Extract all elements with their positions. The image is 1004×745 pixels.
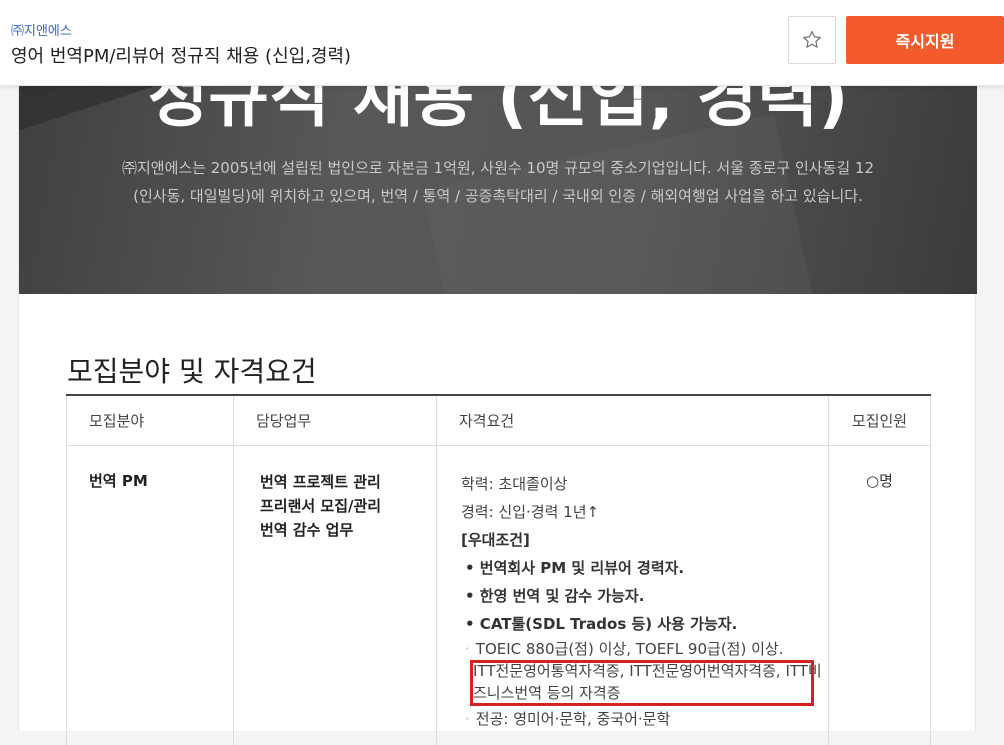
section-title: 모집분야 및 자격요건 [67, 355, 317, 388]
duty-item: 번역 프로젝트 관리 [260, 472, 381, 491]
preferred-item: • CAT툴(SDL Trados 등) 사용 가능자. [465, 614, 738, 633]
duty-item: 프리랜서 모집/관리 [260, 496, 382, 515]
job-posting-card: 정규직 채용 (신입, 경력) ㈜지앤에스는 2005년에 설립된 법인으로 자… [18, 0, 977, 745]
req-major: · 전공: 영미어·문학, 중국어·문학 [461, 708, 828, 730]
apply-now-button[interactable]: 즉시지원 [846, 16, 1004, 64]
bookmark-button[interactable] [788, 16, 836, 64]
job-title: 영어 번역PM/리뷰어 정규직 채용 (신입,경력) [11, 46, 352, 67]
preferred-heading: [우대조건] [461, 530, 530, 549]
cell-duties: 번역 프로젝트 관리 프리랜서 모집/관리 번역 감수 업무 [233, 445, 437, 745]
req-language-score: · TOEIC 880급(점) 이상, TOEFL 90급(점) 이상. [461, 638, 828, 660]
column-header-field: 모집분야 [66, 394, 234, 446]
bullet-dot-icon: · [465, 639, 470, 658]
company-link[interactable]: ㈜지앤에스 [11, 20, 72, 39]
field-name: 번역 PM [89, 471, 148, 490]
column-header-duty: 담당업무 [233, 394, 437, 446]
duty-item: 번역 감수 업무 [260, 520, 354, 539]
column-header-requirements: 자격요건 [436, 394, 829, 446]
preferred-item: • 번역회사 PM 및 리뷰어 경력자. [465, 558, 685, 577]
req-language-score-text: TOEIC 880급(점) 이상, TOEFL 90급(점) 이상. [475, 639, 784, 658]
red-highlight-box [470, 659, 814, 706]
column-header-count: 모집인원 [828, 394, 931, 446]
cell-requirements: 학력: 초대졸이상 경력: 신입·경력 1년↑ [우대조건] • 번역회사 PM… [436, 445, 829, 745]
requirements-list: 학력: 초대졸이상 경력: 신입·경력 1년↑ [우대조건] • 번역회사 PM… [437, 470, 828, 730]
table-row: 번역 PM 번역 프로젝트 관리 프리랜서 모집/관리 번역 감수 업무 학력:… [66, 445, 931, 745]
cell-field: 번역 PM [66, 445, 234, 745]
recruitment-table: 모집분야 담당업무 자격요건 모집인원 번역 PM 번역 프로젝트 관리 프리랜… [66, 394, 931, 745]
cell-count: ○명 [828, 445, 931, 745]
table-header-row: 모집분야 담당업무 자격요건 모집인원 [66, 394, 931, 446]
highlighted-cert-requirement: ITT전문영어통역자격증, ITT전문영어번역자격증, ITT비 즈니스번역 등… [461, 659, 828, 706]
banner-desc-line: (인사동, 대일빌딩)에 위치하고 있으며, 번역 / 통역 / 공증촉탁대리 … [133, 187, 863, 205]
star-outline-icon [803, 30, 821, 48]
hire-count: ○명 [866, 471, 893, 490]
req-education: 학력: 초대졸이상 [461, 474, 568, 493]
banner-desc-line: ㈜지앤에스는 2005년에 설립된 법인으로 자본금 1억원, 사원수 10명 … [121, 159, 875, 177]
bullet-dot-icon: · [465, 709, 470, 728]
req-major-text: 전공: 영미어·문학, 중국어·문학 [475, 709, 671, 728]
req-experience: 경력: 신입·경력 1년↑ [461, 502, 600, 521]
sticky-header: ㈜지앤에스 영어 번역PM/리뷰어 정규직 채용 (신입,경력) 즉시지원 [0, 0, 1004, 86]
preferred-item: • 한영 번역 및 감수 가능자. [465, 586, 645, 605]
banner-description: ㈜지앤에스는 2005년에 설립된 법인으로 자본금 1억원, 사원수 10명 … [59, 154, 937, 210]
